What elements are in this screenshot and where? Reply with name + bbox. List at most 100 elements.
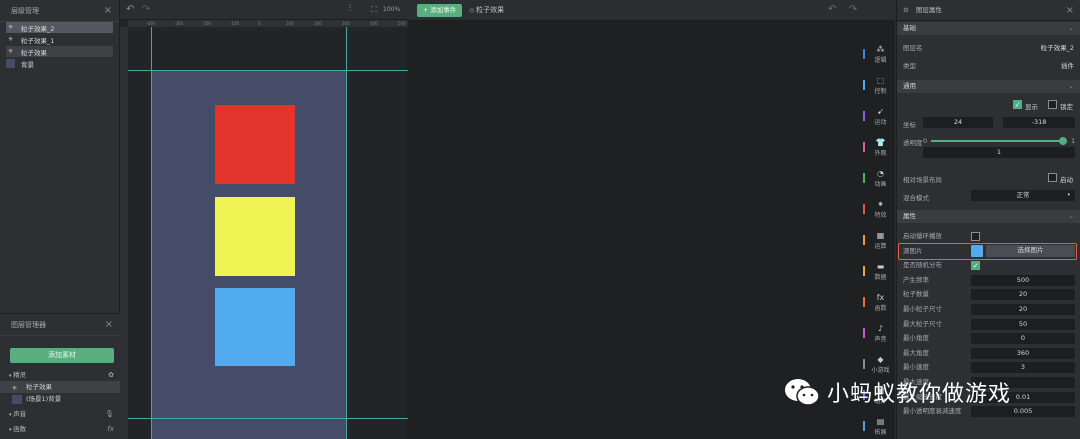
chevron-down-icon: ⌄ <box>1068 212 1074 220</box>
undo-icon[interactable]: ↶ <box>828 4 836 15</box>
attribute-checkbox[interactable]: ✓ <box>971 261 980 271</box>
redo-icon[interactable]: ↷ <box>142 4 150 15</box>
scene-layout-checkbox[interactable] <box>1048 173 1057 182</box>
attribute-checkbox[interactable] <box>971 232 980 241</box>
attribute-input[interactable]: 0 <box>971 333 1075 345</box>
blend-mode-select[interactable]: 正常 ▾ <box>971 190 1075 201</box>
layer-item[interactable]: ✳ 粒子效果 <box>6 46 113 57</box>
category-label: 控制 <box>874 88 887 95</box>
palette-icon[interactable]: ✿ <box>108 369 114 381</box>
block-category-6[interactable]: ▦ 运算 <box>863 231 895 250</box>
opacity-input[interactable]: 1 <box>923 147 1075 158</box>
coord-y-input[interactable]: -318 <box>1003 117 1075 128</box>
sprite-item[interactable]: ✳ 粒子效果 <box>0 381 120 393</box>
add-event-button[interactable]: + 添加事件 <box>417 4 462 17</box>
scene-canvas[interactable] <box>151 70 347 439</box>
ruler-tick-label: -100 <box>230 21 240 26</box>
block-category-8[interactable]: fx 函数 <box>863 293 895 312</box>
zoom-level[interactable]: 100% <box>383 6 400 13</box>
layer-item[interactable]: 背景 <box>6 58 113 69</box>
close-icon[interactable]: × <box>104 0 112 22</box>
properties-header: ⚙ 图层属性 × <box>897 0 1080 21</box>
close-icon[interactable]: × <box>105 314 113 336</box>
general-section-header[interactable]: 通用 ⌄ <box>897 80 1080 93</box>
scene-layout-label: 相对场景布局 <box>903 176 942 184</box>
category-label: 函数 <box>874 305 887 312</box>
red-square[interactable] <box>215 105 295 184</box>
ruler-tick-label: 200 <box>314 21 322 26</box>
guide-line-top <box>128 70 408 71</box>
lock-checkbox[interactable] <box>1048 100 1057 109</box>
attribute-input[interactable]: 360 <box>971 347 1075 359</box>
ruler-tick-label: 500 <box>398 21 406 26</box>
category-color-marker <box>863 142 865 152</box>
align-settings-icon[interactable]: ⫶ <box>349 4 351 14</box>
block-category-7[interactable]: ▬ 数据 <box>863 262 895 281</box>
properties-icon: ⚙ <box>903 6 909 14</box>
coord-x-input[interactable]: 24 <box>923 117 993 128</box>
add-asset-button[interactable]: 添加素材 <box>10 348 114 363</box>
vertical-ruler <box>120 27 128 439</box>
ruler-tick-label: 400 <box>370 21 378 26</box>
stage-toolbar: ↶ ↷ ⫶ ⛶ 100% <box>120 0 408 20</box>
category-icon: ➹ <box>877 107 884 116</box>
microphone-icon[interactable]: 🎙 <box>105 408 114 420</box>
block-category-12[interactable]: ▤ 拓展 <box>863 417 895 436</box>
ruler-tick-label: 0 <box>258 21 261 26</box>
section-sprite[interactable]: ▾ 精灵 ✿ <box>0 369 120 381</box>
attributes-section-header[interactable]: 属性 ⌄ <box>897 210 1080 223</box>
particle-icon: ✳ <box>7 24 14 31</box>
basic-section-header[interactable]: 基础 ⌄ <box>897 22 1080 35</box>
block-category-0[interactable]: ⁂ 逻辑 <box>863 45 895 64</box>
section-function[interactable]: ▾ 函数 fx <box>0 423 120 435</box>
block-category-9[interactable]: ♪ 声音 <box>863 324 895 343</box>
blend-mode-value: 正常 <box>1016 191 1030 199</box>
sprite-item[interactable]: (场景1)背景 <box>0 393 120 405</box>
layer-item[interactable]: ✳ 粒子效果_2 <box>6 22 113 33</box>
category-label: 声音 <box>874 336 887 343</box>
layer-item[interactable]: ✳ 粒子效果_1 <box>6 34 113 45</box>
fit-screen-icon[interactable]: ⛶ <box>371 5 377 15</box>
layer-name-value[interactable]: 粒子效果_2 <box>1041 42 1074 55</box>
close-icon[interactable]: × <box>1066 0 1074 21</box>
guide-line-bottom <box>128 418 408 419</box>
opacity-slider-track[interactable] <box>931 137 1067 145</box>
block-category-5[interactable]: ⁕ 特效 <box>863 200 895 219</box>
scene-layout-toggle-label: 启动 <box>1060 176 1073 184</box>
opacity-slider-handle[interactable] <box>1059 137 1067 145</box>
function-icon[interactable]: fx <box>107 423 114 435</box>
redo-icon[interactable]: ↷ <box>849 4 857 15</box>
blue-square[interactable] <box>215 288 295 366</box>
opacity-min: 0 <box>923 137 928 145</box>
attribute-label: 是否随机分布 <box>903 261 942 270</box>
block-category-1[interactable]: ⬚ 控制 <box>863 76 895 95</box>
ruler-tick-label: 100 <box>286 21 294 26</box>
opacity-slider-fill <box>931 140 1067 142</box>
block-category-3[interactable]: 👕 外观 <box>863 138 895 157</box>
attribute-input[interactable]: 500 <box>971 274 1075 286</box>
attribute-input[interactable]: 20 <box>971 289 1075 301</box>
layer-item-label: 粒子效果_2 <box>21 24 55 33</box>
category-color-marker <box>863 173 865 183</box>
attribute-input[interactable]: 20 <box>971 304 1075 315</box>
event-tab-title[interactable]: ◎ 粒子效果 <box>469 5 504 15</box>
type-row: 类型 插件 <box>897 60 1080 73</box>
show-checkbox[interactable]: ✓ <box>1013 100 1022 109</box>
layer-name-row: 图层名 粒子效果_2 <box>897 42 1080 55</box>
section-sound[interactable]: ▾ 声音 🎙 <box>0 408 120 420</box>
attribute-label: 最大粒子尺寸 <box>903 319 942 328</box>
attribute-label: 最小粒子尺寸 <box>903 305 942 313</box>
general-section-label: 通用 <box>903 82 916 90</box>
block-category-4[interactable]: ◔ 动画 <box>863 169 895 188</box>
attribute-input[interactable]: 50 <box>971 318 1075 330</box>
category-color-marker <box>863 111 865 121</box>
category-icon: ▬ <box>876 262 885 271</box>
block-category-2[interactable]: ➹ 运动 <box>863 107 895 126</box>
section-sound-label: 声音 <box>13 410 27 418</box>
category-icon: ♪ <box>877 324 884 333</box>
ruler-tick-label: 300 <box>342 21 350 26</box>
undo-icon[interactable]: ↶ <box>126 4 134 15</box>
attribute-label: 启动循环播放 <box>903 232 942 240</box>
attributes-section-label: 属性 <box>903 212 916 220</box>
yellow-square[interactable] <box>215 197 295 276</box>
